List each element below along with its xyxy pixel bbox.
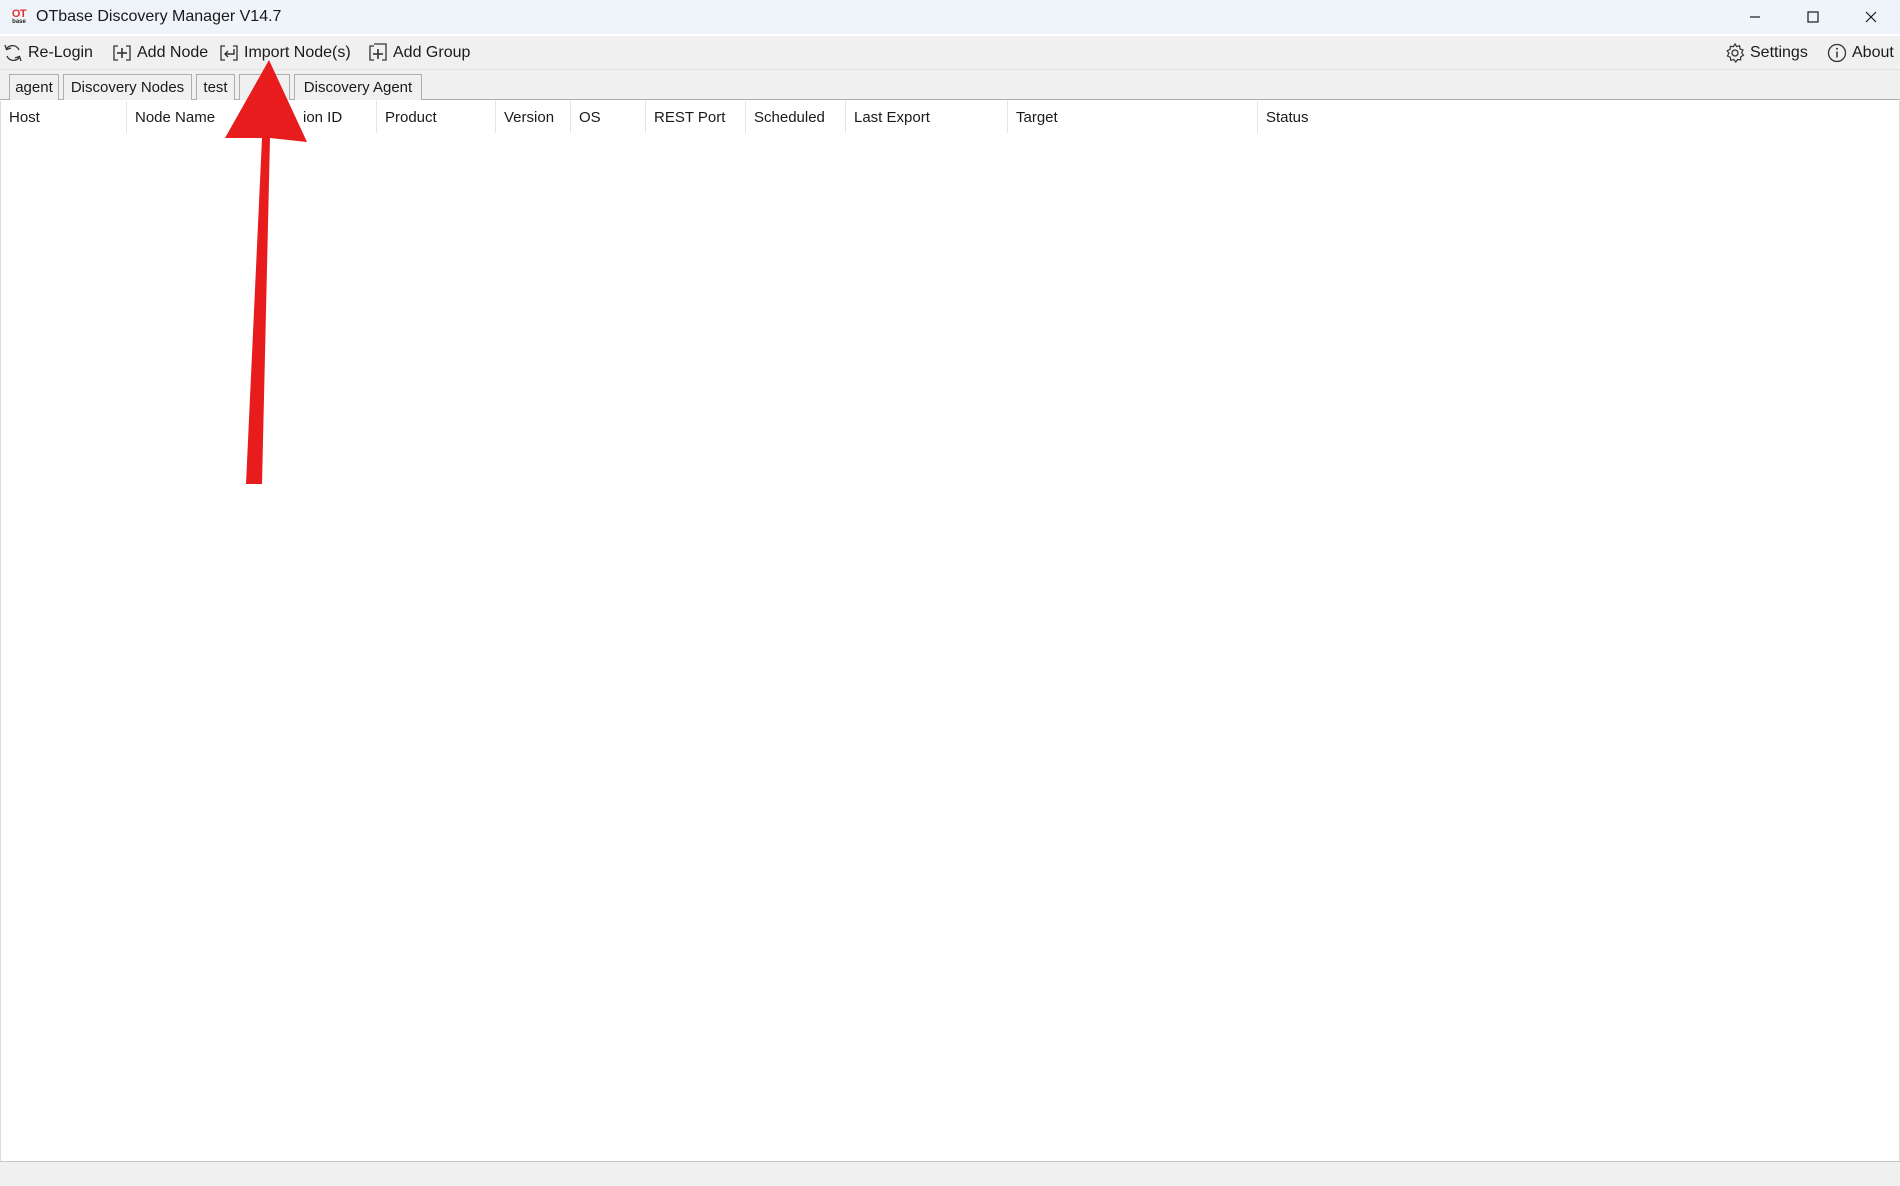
about-button[interactable]: About [1826,39,1894,67]
maximize-button[interactable] [1784,0,1842,34]
column-header-label: Host [9,108,40,126]
column-header-label: OS [579,108,601,126]
add-node-label: Add Node [137,44,209,61]
add-group-label: Add Group [393,44,471,61]
column-header-target[interactable]: Target [1008,101,1258,133]
window-controls [1726,0,1900,34]
column-header-status[interactable]: Status [1258,101,1899,133]
column-header-scheduled[interactable]: Scheduled [746,101,846,133]
column-header-label: Last Export [854,108,930,126]
tab-label: ore [253,79,276,96]
about-label: About [1852,44,1894,61]
column-header-label: Version [504,108,555,126]
tab-label: Discovery Nodes [70,79,185,96]
settings-button[interactable]: Settings [1724,39,1808,67]
add-group-button[interactable]: Add Group [367,39,470,67]
add-node-icon [113,45,131,61]
logo-text-bottom: base [12,19,26,25]
relogin-label: Re-Login [28,44,93,61]
tab-strip: agent Discovery Nodes test ore Discovery… [0,70,1900,100]
close-button[interactable] [1842,0,1900,34]
app-window: OT base OTbase Discovery Manager V14.7 R… [0,0,1900,1186]
tab-ore[interactable]: ore [239,74,290,100]
column-header-last-export[interactable]: Last Export [846,101,1008,133]
tab-label: test [203,79,228,96]
column-header-label: Product [385,108,437,126]
grid-header: Host Node Name ion ID Product Version OS… [1,101,1899,133]
minimize-icon [1750,16,1760,18]
column-header-product[interactable]: Product [377,101,496,133]
tab-label: Discovery Agent [303,79,413,96]
close-icon [1865,11,1877,23]
import-icon [220,45,238,61]
settings-label: Settings [1750,44,1808,61]
minimize-button[interactable] [1726,0,1784,34]
column-header-label: ion ID [303,108,343,126]
tab-discovery-nodes[interactable]: Discovery Nodes [63,74,192,100]
add-node-button[interactable]: Add Node [111,39,208,67]
column-header-label: Scheduled [754,108,825,126]
tab-discovery-agent[interactable]: Discovery Agent [294,74,422,100]
add-group-icon [369,43,387,61]
import-nodes-label: Import Node(s) [244,44,351,61]
tab-label: agent [15,79,53,96]
column-header-rest-port[interactable]: REST Port [646,101,746,133]
nodes-grid[interactable]: Host Node Name ion ID Product Version OS… [0,101,1900,1161]
column-header-label: Node Name [135,108,216,126]
column-header-version[interactable]: Version [496,101,571,133]
column-header-host[interactable]: Host [1,101,127,133]
tab-test[interactable]: test [196,74,235,100]
column-header-ion-id[interactable]: ion ID [277,101,377,133]
app-logo: OT base [9,7,29,27]
gear-icon [1726,42,1745,63]
title-bar: OT base OTbase Discovery Manager V14.7 [0,0,1900,34]
maximize-icon [1807,11,1819,23]
window-title: OTbase Discovery Manager V14.7 [36,8,282,25]
column-header-label: REST Port [654,108,726,126]
relogin-button[interactable]: Re-Login [2,39,93,67]
tab-agent[interactable]: agent [9,74,59,100]
column-header-label: Status [1266,108,1309,126]
column-header-os[interactable]: OS [571,101,646,133]
column-header-node-name[interactable]: Node Name [127,101,277,133]
import-nodes-button[interactable]: Import Node(s) [218,39,351,67]
status-bar [0,1161,1900,1186]
toolbar: Re-Login Add Node Import Node(s) Add Gro… [0,36,1900,70]
column-header-label: Target [1016,108,1058,126]
info-icon [1827,43,1847,63]
refresh-icon [4,44,22,62]
